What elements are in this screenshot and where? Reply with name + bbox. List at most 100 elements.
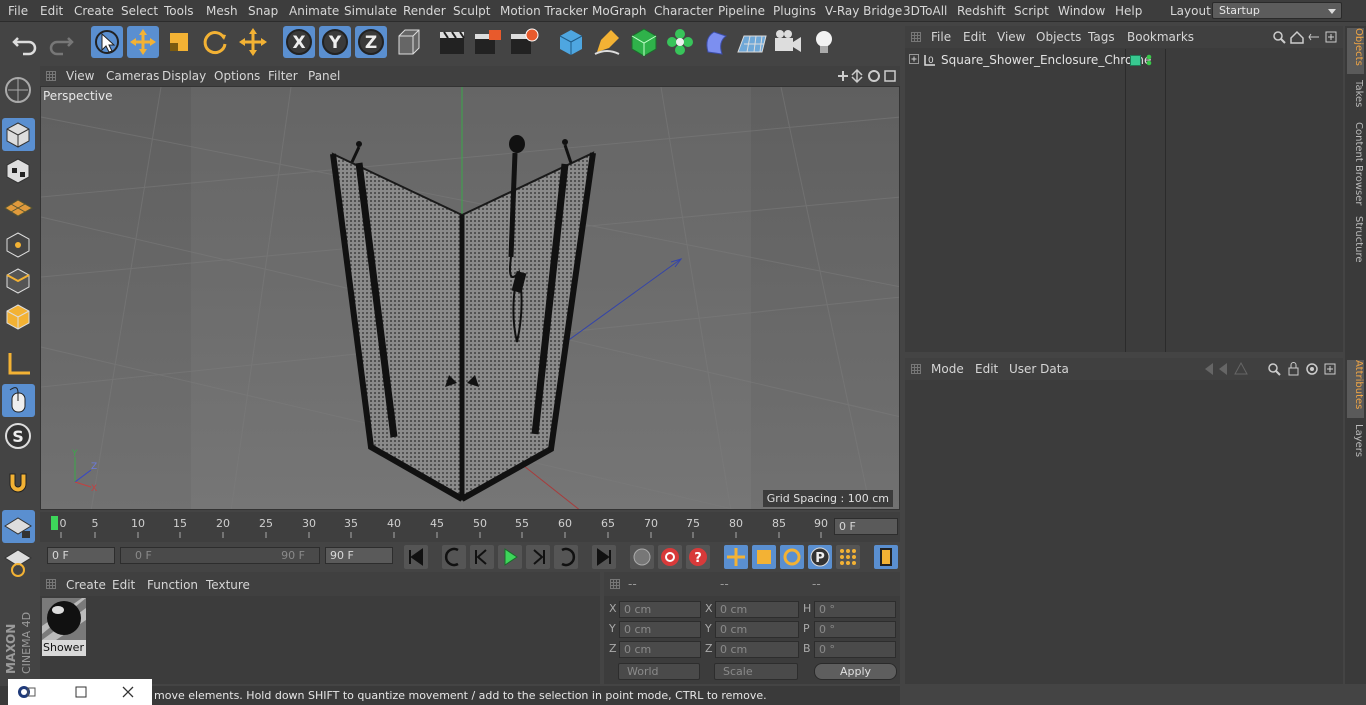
viewport-menu-view[interactable]: View [66,69,94,83]
texture-mode-button[interactable] [2,154,35,187]
attribute-toolbar-icons[interactable] [1201,361,1341,377]
key-parameter-button[interactable]: P [808,545,832,569]
object-menu-bookmarks[interactable]: Bookmarks [1127,30,1194,44]
frame-range-slider[interactable]: 0 F 90 F [120,547,320,564]
material-menu-edit[interactable]: Edit [112,578,135,592]
key-scale-button[interactable] [752,545,776,569]
previous-frame-button[interactable] [470,545,494,569]
recent-tools-button[interactable] [237,26,269,58]
object-menu-file[interactable]: File [931,30,951,44]
attribute-menu-mode[interactable]: Mode [931,362,964,376]
go-to-start-button[interactable] [404,545,428,569]
redo-button[interactable] [45,26,77,58]
playhead[interactable] [51,516,58,530]
apply-button[interactable]: Apply [814,663,897,680]
menu-snap[interactable]: Snap [248,4,278,18]
menu-plugins[interactable]: Plugins [773,4,816,18]
make-editable-button[interactable] [2,74,35,107]
pen-spline-button[interactable] [591,26,623,58]
visibility-dots-icon[interactable] [1146,53,1152,67]
start-frame-field[interactable]: 0 F [47,547,115,564]
key-rotation-button[interactable] [780,545,804,569]
material-menu-function[interactable]: Function [147,578,198,592]
cube-button[interactable] [555,26,587,58]
record-position-button[interactable] [630,545,654,569]
menu-motion-tracker[interactable]: Motion Tracker [500,4,588,18]
axis-x-button[interactable]: X [283,26,315,58]
grip-handle[interactable] [911,32,921,42]
position-y-field[interactable]: 0 cm [619,621,701,638]
autokey-button[interactable]: ? [686,545,710,569]
tab-layers[interactable]: Layers [1347,424,1364,464]
light-button[interactable] [808,26,840,58]
object-name[interactable]: Square_Shower_Enclosure_Chrome [941,53,1151,67]
size-y-field[interactable]: 0 cm [715,621,799,638]
attribute-menu-user-data[interactable]: User Data [1009,362,1069,376]
floor-button[interactable] [736,26,768,58]
viewport-nav-icons[interactable] [836,68,898,84]
workplane-mode-button[interactable] [2,190,35,223]
key-pla-button[interactable] [836,545,860,569]
workplane-snap-button[interactable] [2,510,35,543]
object-menu-tags[interactable]: Tags [1088,30,1115,44]
subdivision-button[interactable] [628,26,660,58]
snap-button[interactable] [2,466,35,499]
coordinate-mode-select[interactable]: Scale [714,663,798,680]
go-to-end-button[interactable] [592,545,616,569]
attribute-menu-edit[interactable]: Edit [975,362,998,376]
layer-color-tag[interactable] [1130,55,1141,66]
menu-sculpt[interactable]: Sculpt [453,4,490,18]
menu-pipeline[interactable]: Pipeline [718,4,765,18]
rotation-b-field[interactable]: 0 ° [814,641,896,658]
axis-z-button[interactable]: Z [355,26,387,58]
key-position-button[interactable] [724,545,748,569]
menu-vray-bridge[interactable]: V-Ray Bridge [825,4,902,18]
size-z-field[interactable]: 0 cm [715,641,799,658]
menu-tools[interactable]: Tools [164,4,194,18]
material-swatch-shower[interactable]: Shower [42,598,86,656]
rotation-h-field[interactable]: 0 ° [814,601,896,618]
menu-character[interactable]: Character [654,4,713,18]
tab-attributes[interactable]: Attributes [1347,360,1364,418]
tab-content-browser[interactable]: Content Browser [1347,122,1364,208]
edge-mode-button[interactable] [2,264,35,297]
menu-mesh[interactable]: Mesh [206,4,238,18]
next-keyframe-button[interactable] [554,545,578,569]
object-row[interactable]: 0 Square_Shower_Enclosure_Chrome [905,51,1343,69]
polygon-mode-button[interactable] [2,300,35,333]
camera-button[interactable] [772,26,804,58]
timeline-window-button[interactable] [874,545,898,569]
close-icon[interactable] [121,685,135,699]
next-frame-button[interactable] [526,545,550,569]
layout-select[interactable]: Startup [1212,2,1342,19]
timeline-ruler[interactable]: 0 5 10 15 20 25 30 35 40 45 50 55 60 65 70 75 80 85 90 0 F [40,512,900,542]
axis-mode-button[interactable] [2,348,35,381]
render-settings-button[interactable] [508,26,540,58]
tab-objects[interactable]: Objects [1347,28,1364,74]
previous-keyframe-button[interactable] [442,545,466,569]
locked-workplane-button[interactable] [2,546,35,579]
viewport-menu-options[interactable]: Options [214,69,260,83]
tab-structure[interactable]: Structure [1347,216,1364,272]
menu-redshift[interactable]: Redshift [957,4,1006,18]
menu-mograph[interactable]: MoGraph [592,4,647,18]
grip-handle[interactable] [610,579,620,589]
grip-handle[interactable] [911,364,921,374]
expand-plus-icon[interactable] [909,54,921,66]
play-button[interactable] [498,545,522,569]
solo-button[interactable]: S [2,420,35,453]
object-toolbar-icons[interactable] [1271,29,1341,45]
material-menu-texture[interactable]: Texture [206,578,250,592]
grip-handle[interactable] [46,579,56,589]
point-mode-button[interactable] [2,228,35,261]
rotate-button[interactable] [199,26,231,58]
end-frame-field[interactable]: 90 F [325,547,393,564]
menu-script[interactable]: Script [1014,4,1049,18]
menu-window[interactable]: Window [1058,4,1105,18]
menu-render[interactable]: Render [403,4,446,18]
menu-create[interactable]: Create [74,4,114,18]
menu-edit[interactable]: Edit [40,4,63,18]
object-menu-edit[interactable]: Edit [963,30,986,44]
grip-handle[interactable] [46,71,56,81]
rotation-p-field[interactable]: 0 ° [814,621,896,638]
